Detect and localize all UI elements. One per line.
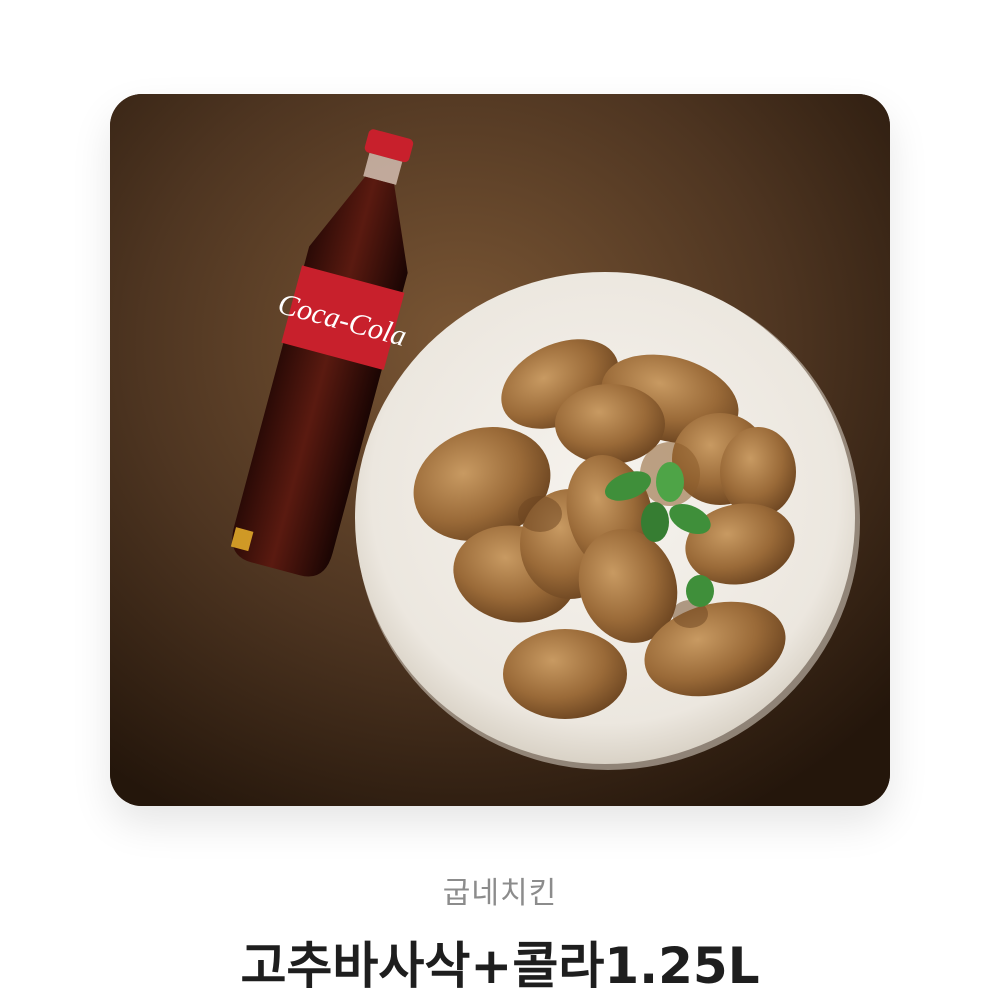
product-image[interactable]: Coca-Cola xyxy=(110,94,890,806)
brand-name: 굽네치킨 xyxy=(442,876,558,911)
product-title: 고추바사삭+콜라1.25L xyxy=(240,937,760,995)
product-page: Coca-Cola 굽네치킨 고추바사삭+콜라1.25L xyxy=(0,0,1000,1000)
product-photo: Coca-Cola xyxy=(110,94,890,806)
